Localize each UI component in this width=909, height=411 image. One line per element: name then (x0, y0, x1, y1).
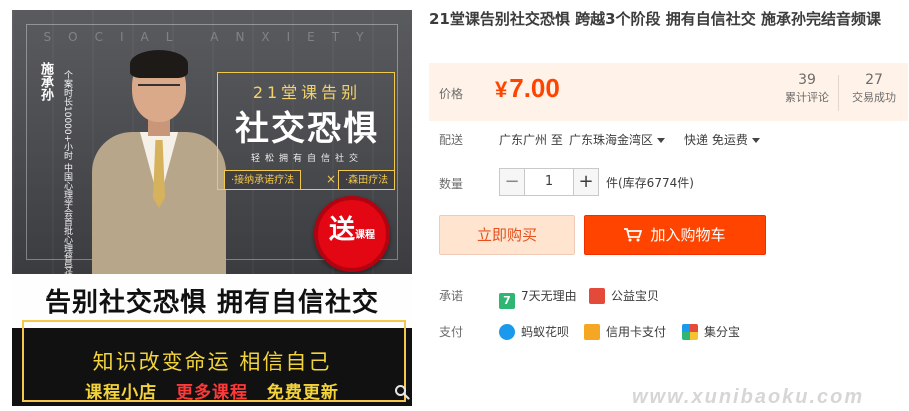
course-title-line3: 轻松拥有自信社交 (250, 154, 363, 164)
cart-icon (624, 228, 643, 242)
promise-charity[interactable]: 公益宝贝 (589, 287, 659, 304)
promise-7day-label: 7天无理由 (521, 289, 577, 303)
promise-label: 承诺 (439, 289, 464, 303)
method-tag-right: ·森田疗法 (338, 170, 396, 190)
seven-day-icon: 7 (499, 293, 515, 309)
payment-huabei[interactable]: 蚂蚁花呗 (499, 323, 569, 340)
quantity-increase-button[interactable]: + (573, 168, 599, 196)
payment-jifenbao-label: 集分宝 (704, 325, 741, 339)
course-title-line2: 社交恐惧 (235, 109, 379, 149)
quantity-row: 数量 − 1 + 件(库存6774件) (429, 168, 908, 198)
price-currency: ¥ (495, 77, 508, 102)
image-bottom-frame (22, 320, 406, 402)
huabei-icon (499, 324, 515, 340)
deals-stat[interactable]: 27 交易成功 (843, 71, 905, 107)
add-to-cart-label: 加入购物车 (650, 226, 726, 244)
product-detail-panel: 21堂课告别社交恐惧 跨越3个阶段 拥有自信社交 施承孙完结音频课 价格 ¥7.… (429, 6, 909, 411)
method-tags: ·接纳承诺疗法 × ·森田疗法 (224, 170, 404, 192)
promise-charity-label: 公益宝贝 (611, 289, 660, 303)
payment-credit-card-label: 信用卡支付 (606, 325, 667, 339)
gift-badge-small: 课程 (355, 230, 375, 241)
magnifier-icon[interactable] (394, 384, 410, 400)
reviews-label: 累计评论 (785, 91, 829, 104)
reviews-stat[interactable]: 39 累计评论 (776, 71, 838, 107)
chevron-down-icon (751, 138, 760, 143)
shipping-destination: 广东珠海金湾区 (569, 133, 654, 147)
promise-7day[interactable]: 7 7天无理由 (499, 287, 577, 309)
chevron-down-icon (657, 138, 666, 143)
price-label: 价格 (439, 87, 464, 101)
jifenbao-icon (682, 324, 698, 340)
watermark: www.xunibaoku.com (632, 386, 865, 408)
buy-now-button[interactable]: 立即购买 (439, 215, 575, 255)
deals-label: 交易成功 (852, 91, 896, 104)
author-name: 施承孙 (38, 62, 53, 101)
quantity-input[interactable]: 1 (525, 168, 573, 196)
quantity-decrease-button[interactable]: − (499, 168, 525, 196)
shipping-row: 配送 广东广州 至 广东珠海金湾区 快递 免运费 (429, 127, 908, 151)
shipping-method: 快递 免运费 (684, 133, 748, 147)
image-banner-text: 告别社交恐惧 拥有自信社交 (44, 288, 380, 318)
add-to-cart-button[interactable]: 加入购物车 (584, 215, 766, 255)
gift-badge: 送课程 (314, 196, 390, 272)
payment-huabei-label: 蚂蚁花呗 (521, 325, 570, 339)
product-title: 21堂课告别社交恐惧 跨越3个阶段 拥有自信社交 施承孙完结音频课 (429, 10, 881, 28)
course-title-line1: 21堂课告别 (252, 83, 362, 102)
payment-credit-card[interactable]: 信用卡支付 (584, 323, 666, 340)
stock-info: 件(库存6774件) (606, 176, 694, 190)
price-value: ¥7.00 (495, 73, 560, 104)
shipping-label: 配送 (439, 133, 464, 147)
product-main-image[interactable]: SOCIAL ANXIETY 施承孙 个案时长10000+小时 中国心理学会首批… (12, 10, 412, 406)
method-tag-left: ·接纳承诺疗法 (224, 170, 302, 190)
stat-divider (838, 75, 839, 111)
credit-card-icon (584, 324, 600, 340)
deals-count: 27 (865, 72, 883, 88)
shipping-method-select[interactable]: 快递 免运费 (684, 131, 760, 148)
price-panel: 价格 ¥7.00 39 累计评论 27 交易成功 (429, 63, 908, 121)
quantity-label: 数量 (439, 177, 464, 191)
price-amount: 7.00 (509, 73, 560, 103)
method-tag-separator: × (326, 172, 337, 186)
promise-row: 承诺 7 7天无理由 公益宝贝 (429, 283, 908, 309)
charity-heart-icon (589, 288, 605, 304)
payment-label: 支付 (439, 325, 464, 339)
payment-row: 支付 蚂蚁花呗 信用卡支付 集分宝 (429, 319, 908, 343)
author-photo (82, 44, 232, 282)
payment-jifenbao[interactable]: 集分宝 (682, 323, 740, 340)
shipping-from: 广东广州 至 (499, 133, 563, 147)
shipping-destination-select[interactable]: 广东珠海金湾区 (569, 131, 666, 148)
author-description: 个案时长10000+小时 中国心理学会首批心理督导师 (62, 70, 72, 281)
reviews-count: 39 (798, 72, 816, 88)
gift-badge-big: 送 (328, 215, 355, 245)
